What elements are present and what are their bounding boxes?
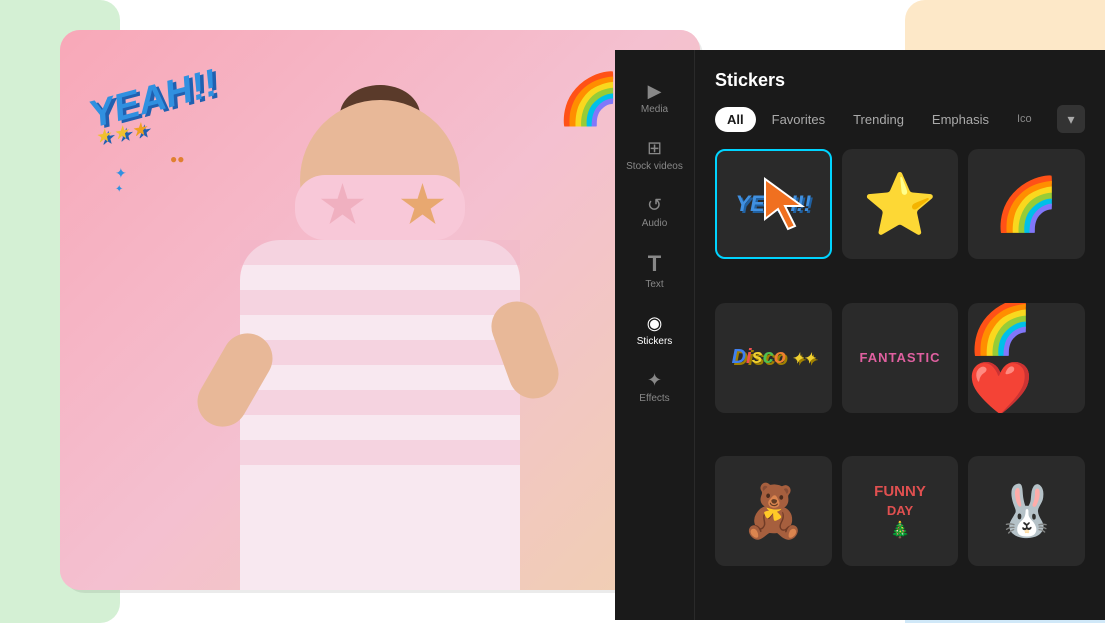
sticker-rainbow-visual: 🌈 [994,174,1059,235]
content-area: Stickers All Favorites Trending Emphasis… [695,50,1105,620]
panel-title: Stickers [715,70,1085,91]
text-icon: T [648,253,661,275]
sidebar: ▶ Media ⊞ Stock videos ↺ Audio T Text ◉ … [615,50,695,620]
tab-more-label[interactable]: Ico [1005,108,1044,130]
sticker-heart-visual: 🌈❤️ [968,303,1085,413]
mask-star-right [400,183,445,228]
sticker-cell-heart-rainbow[interactable]: 🌈❤️ [968,303,1085,413]
stickers-icon: ◉ [647,314,663,332]
shirt-stripe-5 [240,440,520,465]
sticker-cell-rainbow[interactable]: 🌈 [968,149,1085,259]
tab-trending[interactable]: Trending [841,107,916,132]
canvas-decorative-stars: ✦ ✦ [115,165,127,195]
shirt-stripe-3 [240,340,520,365]
sidebar-stock-label: Stock videos [626,161,683,172]
photo-area: YEAH!! ★ ★ ★ ✦ ✦ ●● 🌈 [60,30,700,590]
scene: YEAH!! ★ ★ ★ ✦ ✦ ●● 🌈 ▶ [0,0,1105,623]
sticker-cell-yeah[interactable]: YEAH!! [715,149,832,259]
sticker-bunny-visual: 🐰 [996,482,1058,541]
person-head [300,100,460,260]
sidebar-item-audio[interactable]: ↺ Audio [615,184,694,241]
shirt-stripe-1 [240,240,520,265]
sidebar-media-label: Media [641,104,668,115]
sidebar-item-stickers[interactable]: ◉ Stickers [615,302,694,359]
effects-icon: ✦ [647,371,662,389]
tab-all[interactable]: All [715,107,756,132]
sticker-cell-star[interactable]: ⭐ [842,149,959,259]
sidebar-effects-label: Effects [639,393,669,404]
sticker-bear-visual: 🧸 [741,481,806,542]
sidebar-stickers-label: Stickers [637,336,673,347]
person-body [240,240,520,590]
sidebar-text-label: Text [645,279,663,290]
media-icon: ▶ [648,82,662,100]
sticker-yeah-visual: YEAH!! [735,191,811,217]
sidebar-audio-label: Audio [642,218,668,229]
person-illustration [200,70,560,590]
tab-more-dropdown-button[interactable]: ▾ [1057,105,1085,133]
sticker-disco-visual: Disco ✦✦ [732,346,816,369]
sticker-star-visual: ⭐ [863,169,938,240]
shirt-stripe-2 [240,290,520,315]
sticker-cell-bear[interactable]: 🧸 [715,456,832,566]
tab-emphasis[interactable]: Emphasis [920,107,1001,132]
shirt-stripe-4 [240,390,520,415]
sticker-cell-bunny[interactable]: 🐰 [968,456,1085,566]
sticker-grid: YEAH!! ⭐ 🌈 Disco [715,149,1085,600]
canvas-card: YEAH!! ★ ★ ★ ✦ ✦ ●● 🌈 [60,30,700,590]
canvas-rainbow-sticker: 🌈 [558,70,620,129]
sidebar-item-media[interactable]: ▶ Media [615,70,694,127]
sidebar-item-stock-videos[interactable]: ⊞ Stock videos [615,127,694,184]
mask-star-left [320,183,365,228]
sleep-mask [295,175,465,240]
tab-favorites[interactable]: Favorites [760,107,837,132]
sticker-funnyday-visual: FUNNY DAY 🎄 [874,481,926,543]
canvas-orange-dots: ●● [170,150,185,168]
sticker-cell-fantastic[interactable]: FANTASTIC [842,303,959,413]
sticker-cell-funnyday[interactable]: FUNNY DAY 🎄 [842,456,959,566]
sidebar-item-effects[interactable]: ✦ Effects [615,359,694,416]
stock-videos-icon: ⊞ [647,139,662,157]
sticker-fantastic-visual: FANTASTIC [860,350,941,365]
sticker-cell-disco[interactable]: Disco ✦✦ [715,303,832,413]
sidebar-item-text[interactable]: T Text [615,241,694,302]
audio-icon: ↺ [647,196,662,214]
ui-panel: ▶ Media ⊞ Stock videos ↺ Audio T Text ◉ … [615,50,1105,620]
tabs-row: All Favorites Trending Emphasis Ico ▾ [715,105,1085,133]
